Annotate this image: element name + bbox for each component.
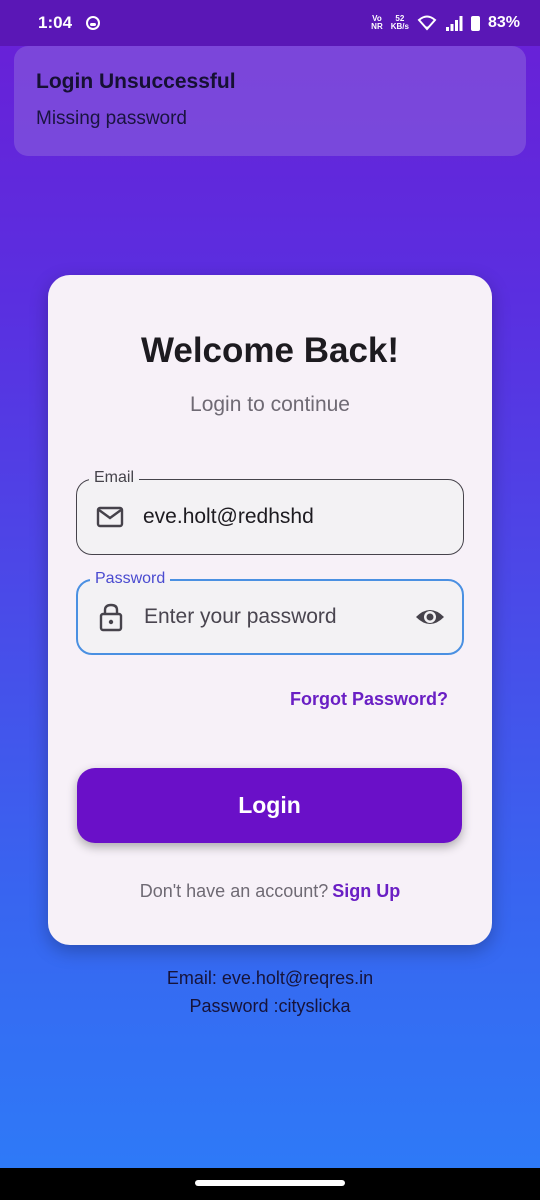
password-placeholder[interactable]: Enter your password (144, 605, 337, 629)
signup-prompt: Don't have an account? (139, 881, 329, 901)
page-title: Welcome Back! (140, 331, 400, 370)
sync-icon (86, 16, 101, 30)
wifi-icon (417, 15, 437, 31)
signup-row: Don't have an account? Sign Up (48, 881, 492, 902)
status-bar: 1:04 Vo NR 52 KB/s 83% (0, 0, 540, 46)
speed-unit: KB/s (390, 22, 409, 31)
login-button[interactable]: Login (77, 768, 462, 843)
speed-indicator: 52 KB/s (391, 15, 409, 31)
hint-password: Password :cityslicka (189, 996, 351, 1016)
page-subtitle: Login to continue (190, 393, 350, 416)
eye-icon[interactable] (414, 601, 446, 633)
battery-icon (470, 15, 480, 31)
volte-bottom: NR (371, 22, 383, 31)
password-field[interactable]: Password Enter your password (76, 570, 464, 655)
credentials-hint: Email: eve.holt@reqres.in Password :city… (0, 964, 540, 1020)
status-time: 1:04 (38, 13, 73, 32)
home-gesture-handle[interactable] (195, 1180, 345, 1186)
email-field[interactable]: Email eve.holt@redhshd (76, 469, 464, 555)
login-card: Welcome Back! Login to continue Email ev… (48, 275, 492, 945)
login-error-toast: Login Unsuccessful Missing password (14, 46, 526, 156)
signup-link[interactable]: Sign Up (332, 881, 400, 901)
mail-icon (96, 506, 124, 528)
status-indicators: Vo NR 52 KB/s 83% (371, 14, 520, 32)
toast-title: Login Unsuccessful (36, 70, 236, 93)
password-label: Password (90, 570, 171, 588)
volte-indicator: Vo NR (371, 15, 383, 31)
hint-email: Email: eve.holt@reqres.in (166, 968, 374, 988)
signal-icon (445, 16, 463, 31)
lock-icon (99, 603, 123, 632)
forgot-password-link[interactable]: Forgot Password? (290, 689, 448, 710)
email-value[interactable]: eve.holt@redhshd (143, 505, 314, 529)
battery-percent: 83% (487, 14, 520, 31)
email-label: Email (89, 469, 140, 487)
toast-message: Missing password (36, 108, 187, 129)
